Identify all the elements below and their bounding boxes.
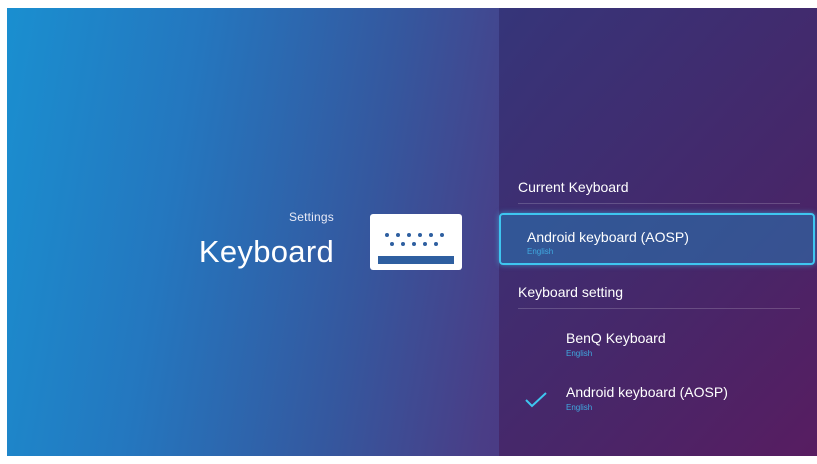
keyboard-list-pane: Current Keyboard Android keyboard (AOSP)… — [499, 8, 817, 456]
settings-screen: Settings Keyboard Current Keyboard Andro… — [7, 8, 817, 456]
keyboard-option-language: English — [566, 403, 593, 412]
checkmark-icon — [525, 392, 547, 408]
keyboard-option-benq[interactable]: BenQ Keyboard English — [499, 318, 815, 366]
current-keyboard-name: Android keyboard (AOSP) — [527, 229, 689, 245]
keyboard-option-name: BenQ Keyboard — [566, 330, 666, 346]
current-keyboard-header: Current Keyboard — [518, 179, 800, 204]
current-keyboard-language: English — [527, 247, 554, 256]
current-keyboard-item[interactable]: Android keyboard (AOSP) English — [499, 213, 815, 265]
keyboard-setting-header: Keyboard setting — [518, 284, 800, 309]
keyboard-option-name: Android keyboard (AOSP) — [566, 384, 728, 400]
title-pane: Settings Keyboard — [7, 8, 499, 456]
keyboard-option-language: English — [566, 349, 593, 358]
keyboard-icon — [370, 214, 462, 270]
page-title: Keyboard — [198, 234, 334, 269]
breadcrumb: Settings — [289, 210, 334, 224]
